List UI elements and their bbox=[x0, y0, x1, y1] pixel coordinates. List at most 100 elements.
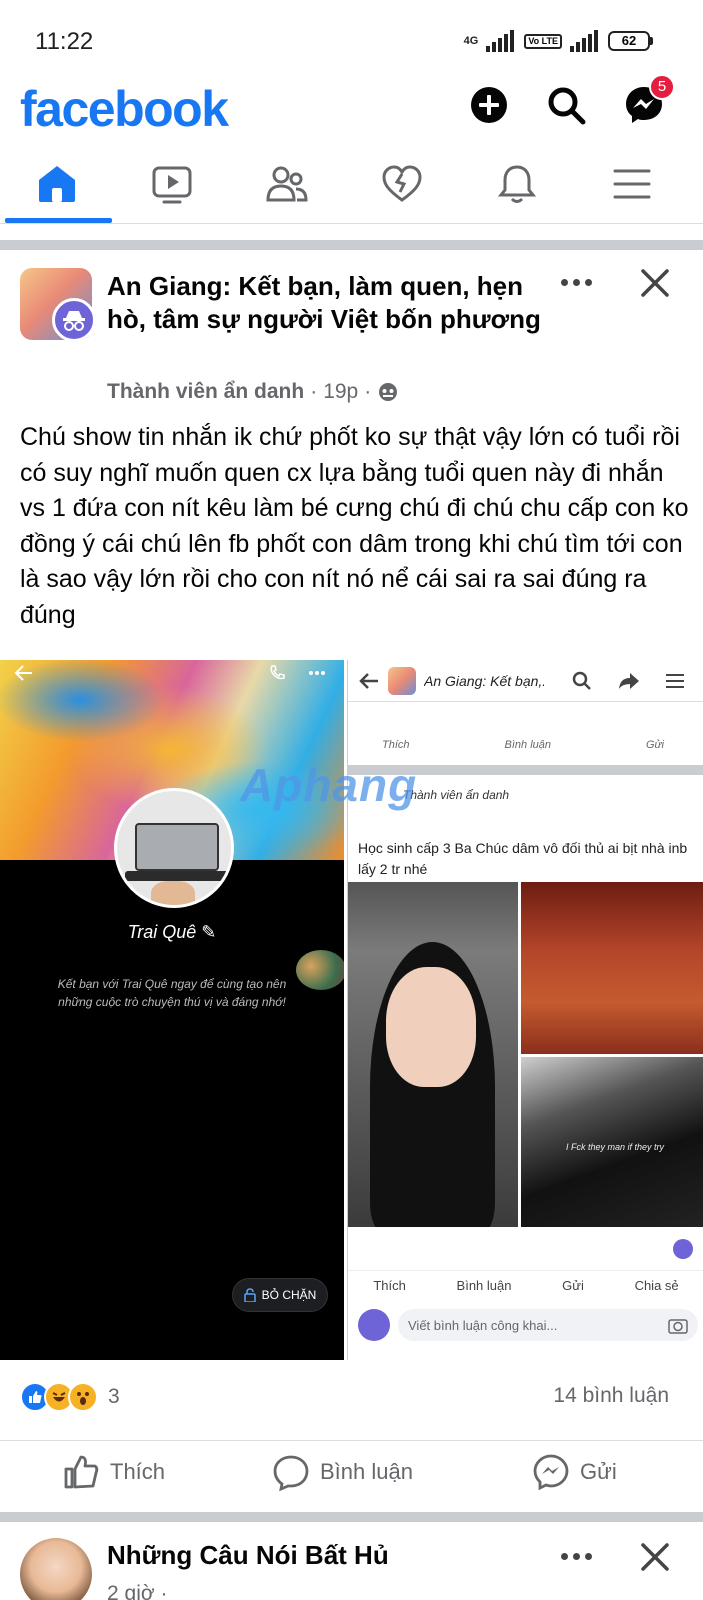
meta-separator: · bbox=[310, 380, 318, 403]
group-mini-avatar bbox=[388, 666, 416, 695]
back-arrow-icon bbox=[14, 665, 32, 681]
battery-level: 62 bbox=[608, 31, 650, 51]
profile-name: Trai Quê ✎ bbox=[0, 922, 344, 943]
search-button[interactable] bbox=[543, 82, 589, 128]
home-icon bbox=[39, 166, 75, 202]
comment-label: Bình luận bbox=[320, 1459, 413, 1484]
camera-icon bbox=[668, 1319, 688, 1334]
hide-post-button[interactable] bbox=[638, 266, 672, 300]
screenshot-like-2: Thích bbox=[373, 1278, 406, 1293]
status-bar: 11:22 4G Vo LTE 62 bbox=[0, 0, 703, 80]
profile-subtitle: Kết bạn với Trai Quê ngay để cùng tạo nê… bbox=[57, 977, 287, 1009]
messenger-icon bbox=[533, 1454, 569, 1491]
send-button[interactable]: Gửi bbox=[532, 1453, 617, 1491]
lock-icon bbox=[243, 1288, 256, 1302]
group-avatar[interactable] bbox=[20, 268, 96, 342]
tab-menu[interactable] bbox=[582, 150, 682, 222]
close-icon bbox=[641, 269, 669, 297]
screenshot-like: Thích bbox=[382, 739, 410, 751]
unblock-button: BỎ CHẶN bbox=[232, 1278, 328, 1312]
like-button[interactable]: Thích bbox=[62, 1453, 165, 1491]
signal-icon-2 bbox=[570, 30, 598, 52]
app-header: facebook 5 bbox=[0, 74, 703, 142]
page-avatar[interactable] bbox=[20, 1538, 92, 1600]
edit-icon: ✎ bbox=[201, 922, 217, 942]
tab-friends[interactable] bbox=[237, 150, 337, 222]
screenshot-caption: Học sinh cấp 3 Ba Chúc dâm vô đối thủ ai… bbox=[358, 840, 688, 877]
anonymous-avatar bbox=[358, 1309, 390, 1341]
create-button[interactable] bbox=[466, 82, 512, 128]
network-type: 4G bbox=[463, 34, 479, 47]
messenger-badge: 5 bbox=[649, 74, 675, 100]
screenshot-anon-author: Thành viên ẩn danh bbox=[403, 788, 510, 802]
volte-icon: Vo LTE bbox=[524, 33, 562, 49]
screenshot-comment-box: Viết bình luận công khai... bbox=[358, 1305, 698, 1345]
post-body: Chú show tin nhắn ik chứ phốt ko sự thật… bbox=[20, 423, 689, 629]
anonymous-icon bbox=[673, 1239, 693, 1259]
screenshot-comment: Bình luận bbox=[504, 739, 551, 751]
profile-name-text: Trai Quê bbox=[127, 922, 197, 942]
plus-circle-icon bbox=[471, 87, 507, 123]
meta-separator: · bbox=[364, 380, 372, 403]
post-actions: Thích Bình luận Gửi bbox=[0, 1440, 703, 1512]
screenshot-share: Chia sẻ bbox=[634, 1278, 679, 1293]
screenshot-photo-2 bbox=[521, 882, 703, 1054]
tab-home[interactable] bbox=[7, 150, 107, 222]
more-dots-icon bbox=[560, 278, 568, 286]
post2-time: 2 giờ · bbox=[107, 1582, 168, 1600]
search-icon bbox=[548, 87, 586, 125]
screenshot-comment-input: Viết bình luận công khai... bbox=[398, 1309, 698, 1341]
menu-icon bbox=[666, 673, 684, 688]
signal-icon bbox=[486, 30, 515, 52]
page-name[interactable]: Những Câu Nói Bất Hủ bbox=[107, 1540, 389, 1571]
screenshot-send-2: Gửi bbox=[562, 1278, 584, 1293]
feed-divider bbox=[0, 240, 703, 250]
small-avatar bbox=[296, 950, 344, 990]
reaction-count: 3 bbox=[108, 1385, 120, 1408]
status-time: 11:22 bbox=[35, 28, 94, 55]
anonymous-badge bbox=[52, 298, 96, 342]
tab-watch[interactable] bbox=[122, 150, 222, 222]
friends-icon bbox=[266, 166, 308, 202]
battery-icon: 62 bbox=[608, 31, 653, 51]
laptop-image bbox=[135, 823, 219, 871]
group-privacy-icon bbox=[379, 383, 398, 401]
like-label: Thích bbox=[110, 1459, 166, 1484]
comment-icon bbox=[273, 1455, 309, 1491]
group-name[interactable]: An Giang: Kết bạn, làm quen, hẹn hò, tâm… bbox=[107, 270, 567, 336]
messenger-button[interactable]: 5 bbox=[621, 74, 675, 128]
heart-icon bbox=[382, 165, 422, 202]
post2-more-button[interactable] bbox=[556, 1546, 596, 1566]
unblock-label: BỎ CHẶN bbox=[261, 1288, 317, 1302]
feed-divider-2 bbox=[0, 1512, 703, 1522]
post-time[interactable]: 19p bbox=[323, 380, 358, 404]
tab-notifications[interactable] bbox=[467, 150, 567, 222]
reaction-summary[interactable]: 3 bbox=[20, 1382, 120, 1412]
comment-button[interactable]: Bình luận bbox=[272, 1453, 413, 1491]
hide-post2-button[interactable] bbox=[638, 1540, 672, 1574]
back-arrow-icon bbox=[359, 672, 378, 689]
thumbs-up-icon bbox=[64, 1455, 99, 1489]
screenshot-topbar: An Giang: Kết bạn,... bbox=[348, 660, 703, 702]
screenshot-send: Gửi bbox=[646, 739, 664, 751]
post-meta: Thành viên ẩn danh · 19p · bbox=[107, 380, 399, 404]
profile-photo bbox=[114, 788, 234, 908]
watermark-logo: Aphang bbox=[240, 759, 418, 811]
share-arrow-icon bbox=[619, 672, 639, 689]
post-more-button[interactable] bbox=[556, 272, 596, 292]
send-label: Gửi bbox=[580, 1459, 617, 1484]
main-nav bbox=[0, 150, 703, 224]
post-author[interactable]: Thành viên ẩn danh bbox=[107, 380, 304, 404]
photo-overlay-text: I Fck they man if they try bbox=[566, 1142, 665, 1152]
bell-icon bbox=[497, 165, 537, 203]
chat-topbar bbox=[0, 660, 344, 686]
wow-reaction-icon bbox=[68, 1382, 98, 1412]
screenshot-actions-top: Thích Bình luận Gửi bbox=[348, 730, 703, 760]
more-icon bbox=[309, 671, 325, 675]
facebook-logo[interactable]: facebook bbox=[20, 80, 229, 138]
tab-dating[interactable] bbox=[352, 150, 452, 222]
comment-count[interactable]: 14 bình luận bbox=[553, 1384, 669, 1408]
more-dots-icon bbox=[560, 1552, 568, 1560]
active-tab-indicator bbox=[5, 218, 112, 223]
phone-icon bbox=[270, 665, 285, 680]
